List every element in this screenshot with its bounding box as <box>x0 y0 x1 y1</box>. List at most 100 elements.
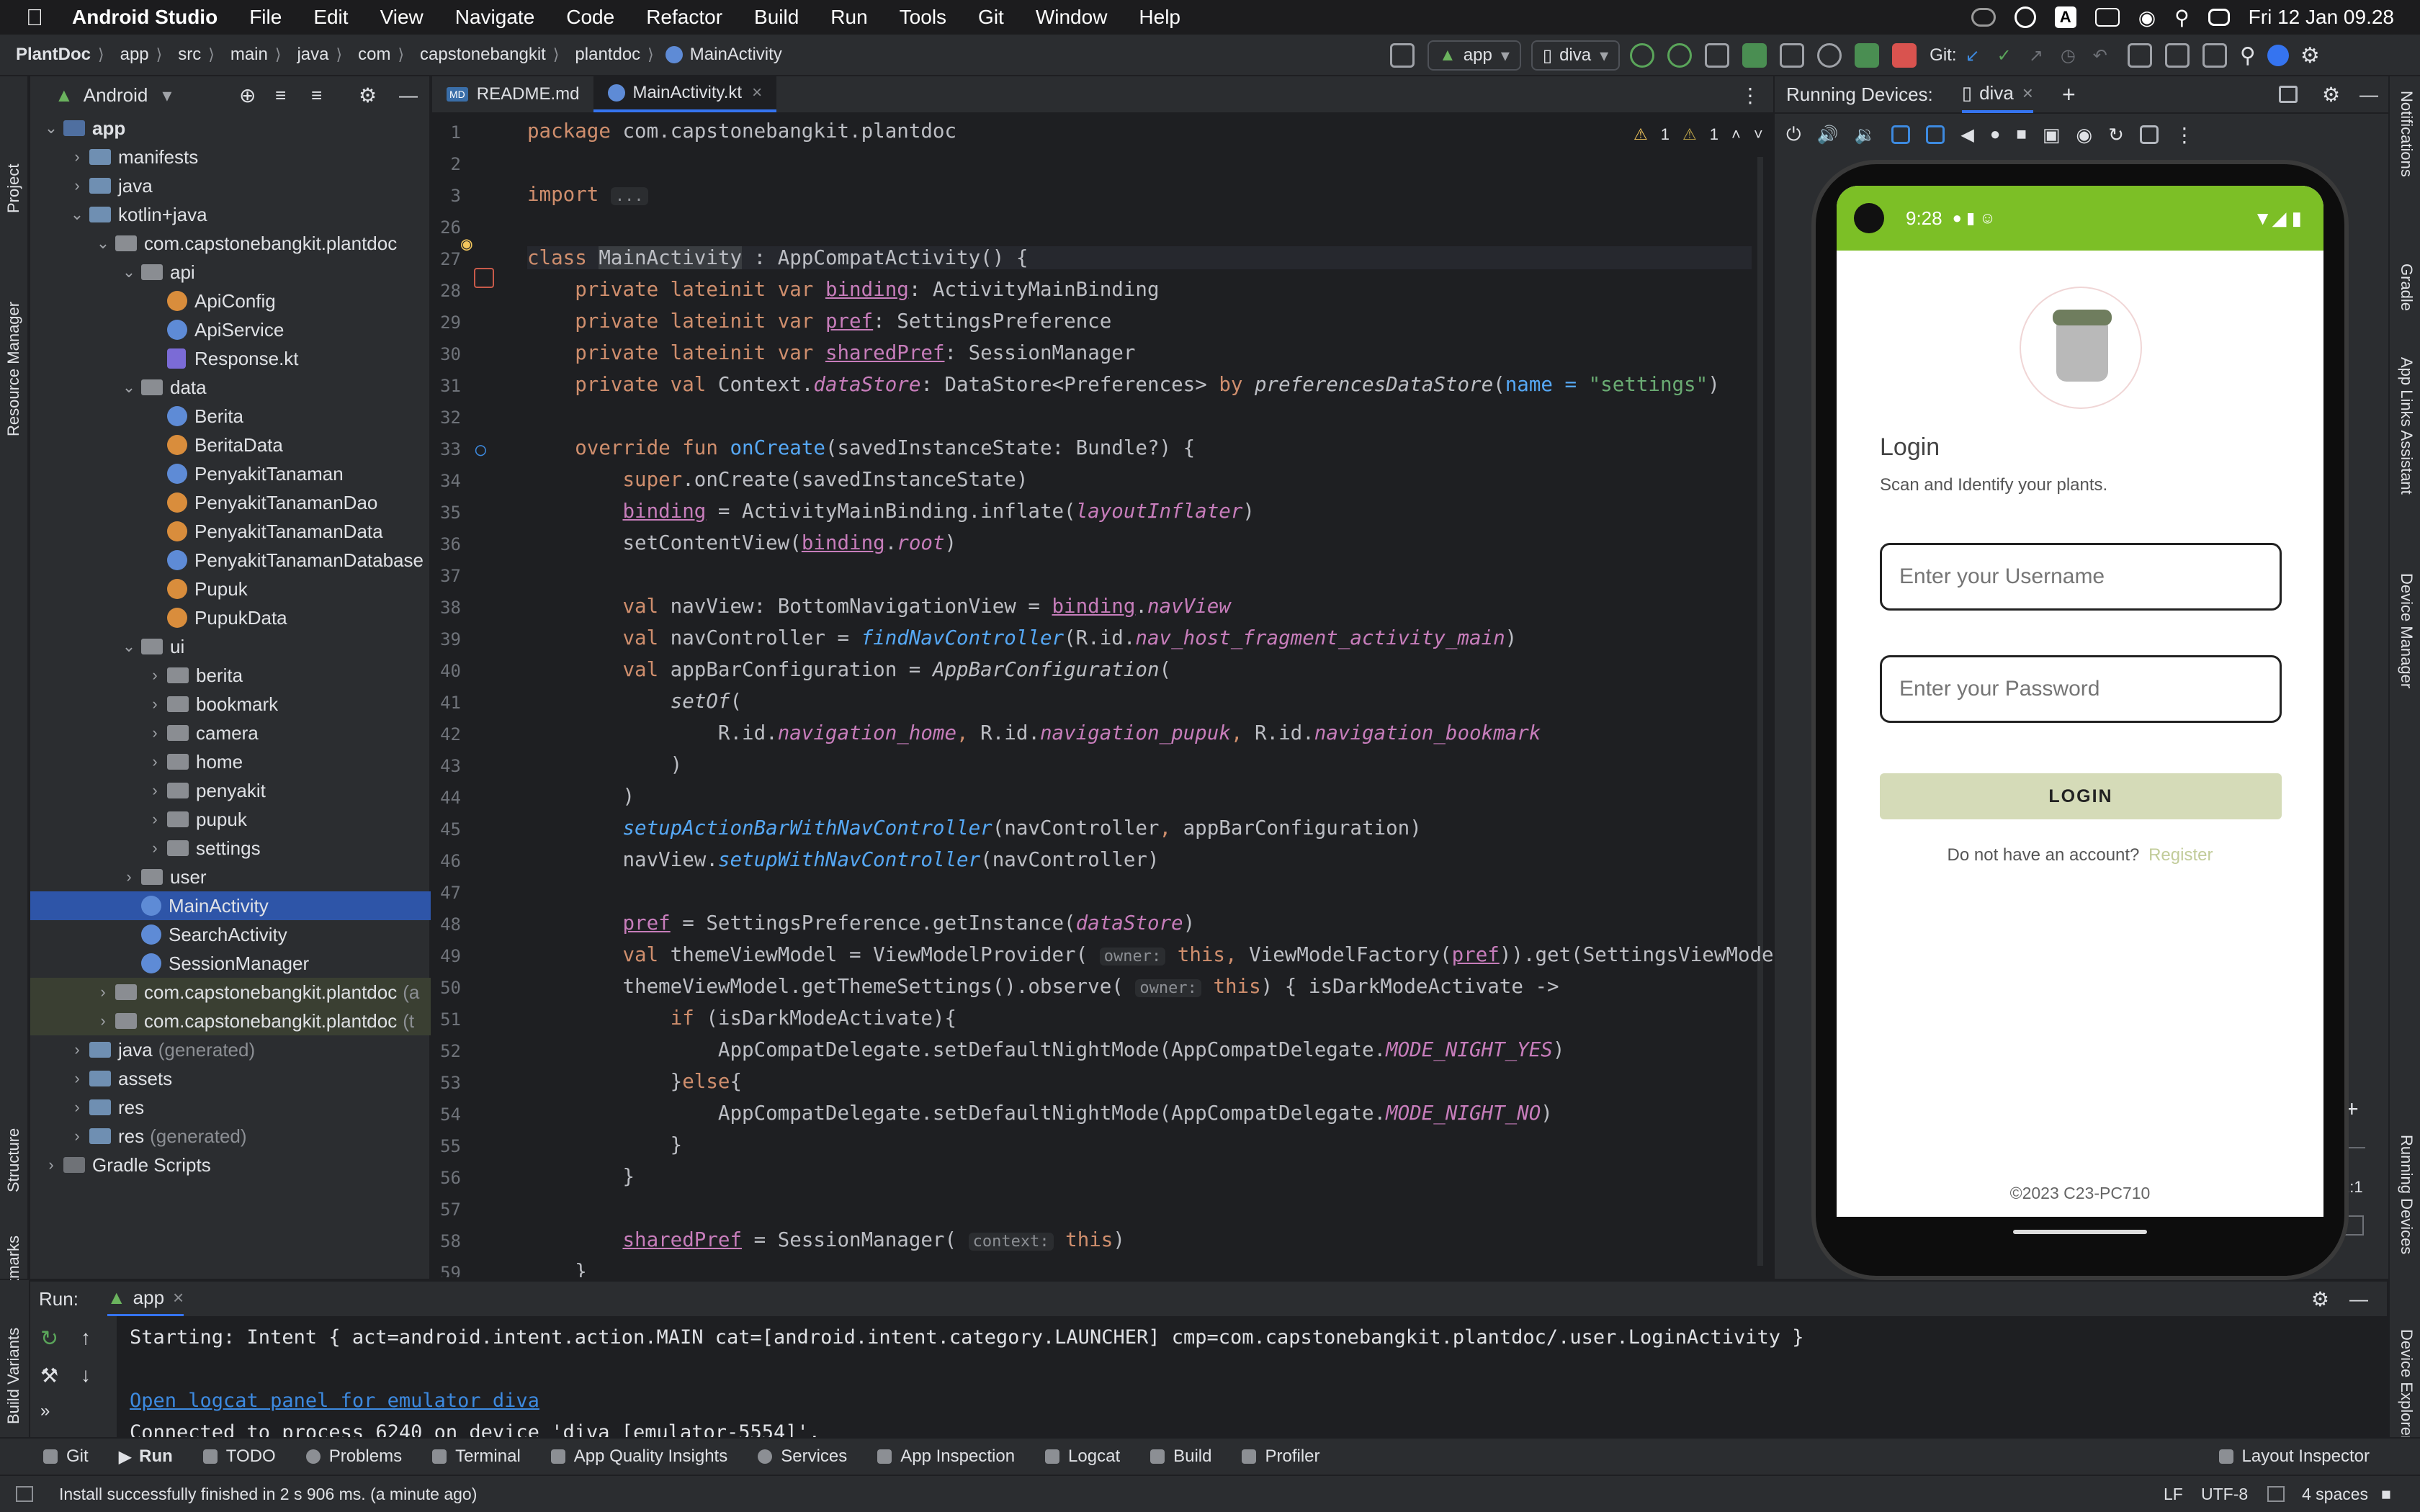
tab-mainactivity[interactable]: MainActivity.kt × <box>593 76 777 112</box>
tool-terminal[interactable]: Terminal <box>432 1446 521 1467</box>
menu-view[interactable]: View <box>380 6 424 29</box>
menu-build[interactable]: Build <box>754 6 799 29</box>
tree-item[interactable]: PenyakitTanaman <box>30 459 431 488</box>
breadcrumb-file[interactable]: MainActivity <box>690 45 782 65</box>
app-links-tool-tab[interactable]: App Links Assistant <box>2397 357 2416 495</box>
tree-item[interactable]: PenyakitTanamanDao <box>30 488 431 517</box>
indent-setting[interactable]: 4 spaces <box>2302 1485 2368 1504</box>
tree-item[interactable]: SearchActivity <box>30 920 431 949</box>
expand-all-icon[interactable]: ≡ <box>275 84 286 107</box>
structure-tool-tab[interactable]: Structure <box>4 1128 23 1192</box>
chevron-right-icon[interactable]: › <box>95 1012 111 1030</box>
tree-item[interactable]: › manifests <box>30 143 431 171</box>
tree-item[interactable]: › berita <box>30 661 431 690</box>
breadcrumb-item[interactable]: java <box>297 45 328 65</box>
tree-item[interactable]: › java (generated) <box>30 1035 431 1064</box>
chevron-down-icon[interactable]: ⌄ <box>43 119 59 138</box>
tree-item[interactable]: › java <box>30 171 431 200</box>
tree-item[interactable]: › com.capstonebangkit.plantdoc (t <box>30 1007 431 1035</box>
menu-tools[interactable]: Tools <box>900 6 946 29</box>
password-input[interactable] <box>1880 655 2282 723</box>
chevron-right-icon[interactable]: › <box>95 983 111 1002</box>
run-config-select[interactable]: ▲ app ▾ <box>1428 40 1521 71</box>
tree-item[interactable]: Response.kt <box>30 344 431 373</box>
rotate-right-icon[interactable] <box>1926 125 1945 144</box>
volume-down-icon[interactable]: 🔉 <box>1854 125 1876 145</box>
git-commit-icon[interactable]: ✓ <box>1997 45 2012 66</box>
tree-item[interactable]: › penyakit <box>30 776 431 805</box>
creative-cloud-icon[interactable] <box>1971 8 1996 27</box>
tool-todo[interactable]: TODO <box>202 1446 276 1467</box>
tree-item[interactable]: ApiService <box>30 315 431 344</box>
chevron-right-icon[interactable]: › <box>69 148 85 166</box>
list-icon[interactable] <box>1705 43 1730 68</box>
breadcrumb-item[interactable]: src <box>178 45 201 65</box>
tree-item[interactable]: › Gradle Scripts <box>30 1151 431 1179</box>
chevron-right-icon[interactable]: › <box>121 868 137 886</box>
notifications-tool-tab[interactable]: Notifications <box>2397 91 2416 177</box>
tree-item[interactable]: ⌄ kotlin+java <box>30 200 431 229</box>
inspection-widget[interactable]: ⚠ 1 ⚠ 1 ˄ ˅ <box>1634 125 1763 144</box>
breadcrumb-item[interactable]: capstonebangkit <box>420 45 546 65</box>
line-separator[interactable]: LF <box>2164 1485 2183 1504</box>
menu-edit[interactable]: Edit <box>313 6 348 29</box>
stop-icon[interactable] <box>1892 43 1917 68</box>
tool-git[interactable]: Git <box>43 1446 89 1467</box>
tree-item[interactable]: › com.capstonebangkit.plantdoc (a <box>30 978 431 1007</box>
chevron-right-icon[interactable]: › <box>69 1040 85 1059</box>
project-view-select[interactable]: Android <box>84 84 148 107</box>
minimize-icon[interactable]: — <box>399 84 418 107</box>
breadcrumb-item[interactable]: app <box>120 45 149 65</box>
device-explorer-tool-tab[interactable]: Device Explorer <box>2397 1329 2416 1441</box>
sdk-manager-icon[interactable] <box>2202 43 2227 68</box>
tool-build[interactable]: Build <box>1150 1446 1211 1467</box>
gradle-tool-tab[interactable]: Gradle <box>2397 264 2416 311</box>
chevron-right-icon[interactable]: › <box>147 781 163 800</box>
tree-item[interactable]: ⌄ ui <box>30 632 431 661</box>
chevron-right-icon[interactable]: › <box>43 1156 59 1174</box>
git-update-icon[interactable]: ↙ <box>1966 45 1980 66</box>
gesture-bar[interactable] <box>2013 1230 2147 1234</box>
search-icon[interactable]: ⚲ <box>2240 43 2256 68</box>
collapse-all-icon[interactable]: ≡ <box>311 84 322 107</box>
running-devices-tool-tab[interactable]: Running Devices <box>2397 1135 2416 1254</box>
login-button[interactable]: LOGIN <box>1880 773 2282 819</box>
tree-item[interactable]: ⌄ data <box>30 373 431 402</box>
chevron-right-icon[interactable]: › <box>147 666 163 685</box>
tool-layout-inspector[interactable]: Layout Inspector <box>2218 1446 2370 1467</box>
play-icon[interactable] <box>2014 6 2036 28</box>
tree-item[interactable]: › pupuk <box>30 805 431 834</box>
menu-navigate[interactable]: Navigate <box>455 6 535 29</box>
snapshot-icon[interactable]: ↻ <box>2108 124 2124 146</box>
menu-help[interactable]: Help <box>1139 6 1180 29</box>
status-message[interactable]: Install successfully finished in 2 s 906… <box>59 1485 477 1504</box>
build-hammer-icon[interactable] <box>1390 43 1415 68</box>
breadcrumb-project[interactable]: PlantDoc <box>16 45 91 65</box>
register-link[interactable]: Register <box>2148 845 2213 865</box>
control-center-icon[interactable] <box>2208 9 2230 26</box>
locate-icon[interactable]: ⊕ <box>239 84 256 107</box>
more-actions-icon[interactable]: » <box>40 1401 50 1421</box>
wrench-icon[interactable]: ⚒ <box>40 1364 58 1387</box>
device-tab[interactable]: ▯ diva × <box>1961 76 2033 113</box>
chevron-right-icon[interactable]: › <box>69 176 85 195</box>
git-push-icon[interactable]: ↗ <box>2029 45 2043 66</box>
tree-item[interactable]: › res (generated) <box>30 1122 431 1151</box>
menu-app-name[interactable]: Android Studio <box>72 6 218 29</box>
breadcrumb-item[interactable]: plantdoc <box>575 45 640 65</box>
tool-run[interactable]: ▶ Run <box>119 1446 173 1467</box>
code-editor[interactable]: 1 2 3 26 27 28 29 30 31 32 33 34 35 36 37 38 39 40 41 42 43 4… <box>432 114 1773 1277</box>
memory-icon[interactable]: ■ <box>2381 1485 2391 1504</box>
debug-icon[interactable] <box>1742 43 1767 68</box>
device-select[interactable]: ▯ diva ▾ <box>1531 40 1621 71</box>
more-icon[interactable]: ⋮ <box>2174 123 2195 147</box>
breadcrumb-item[interactable]: main <box>230 45 268 65</box>
menu-window[interactable]: Window <box>1036 6 1108 29</box>
window-icon[interactable] <box>2279 86 2298 103</box>
file-encoding[interactable]: UTF-8 <box>2201 1485 2248 1504</box>
tree-item[interactable]: › settings <box>30 834 431 863</box>
logcat-link[interactable]: Open logcat panel for emulator diva <box>130 1390 539 1412</box>
tree-item[interactable]: SessionManager <box>30 949 431 978</box>
gear-icon[interactable]: ⚙ <box>2311 1287 2329 1311</box>
rotate-left-icon[interactable] <box>1891 125 1911 144</box>
